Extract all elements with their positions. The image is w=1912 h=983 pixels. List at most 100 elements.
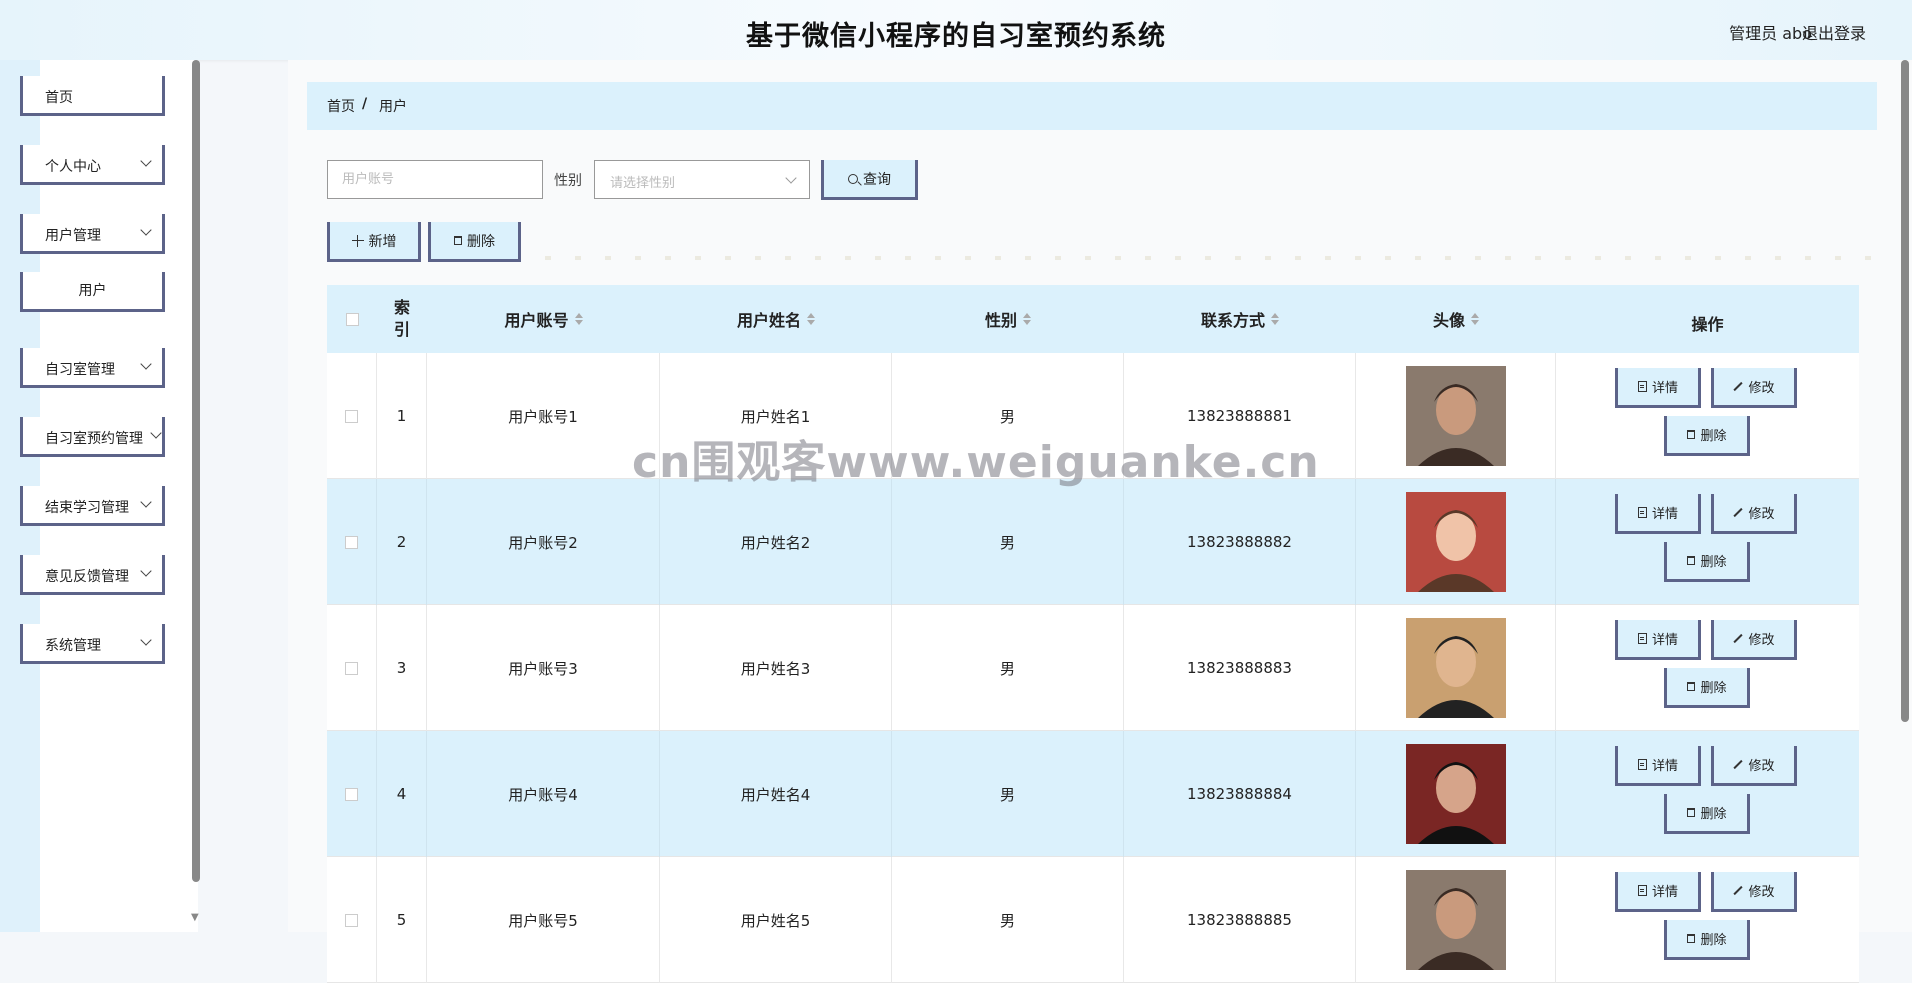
sort-icon[interactable]: [1271, 313, 1279, 325]
edit-pen-icon: [1733, 508, 1743, 518]
edit-button[interactable]: 修改: [1711, 872, 1797, 912]
breadcrumb: 首页 / 用户: [307, 82, 1877, 130]
page-scrollbar[interactable]: [1901, 60, 1909, 722]
header-avatar[interactable]: 头像: [1356, 285, 1556, 353]
sidebar-item-end-study-management[interactable]: 结束学习管理: [20, 486, 165, 526]
edit-button[interactable]: 修改: [1711, 620, 1797, 660]
sort-icon[interactable]: [1023, 313, 1031, 325]
sidebar-item-room-management[interactable]: 自习室管理: [20, 348, 165, 388]
document-icon: [1637, 885, 1647, 896]
delete-button[interactable]: 删除: [1664, 668, 1750, 708]
sidebar-item-personal-center[interactable]: 个人中心: [20, 145, 165, 185]
edit-pen-icon: [1733, 760, 1743, 770]
row-select-cell: [327, 731, 377, 857]
row-checkbox[interactable]: [345, 535, 358, 549]
sort-icon[interactable]: [1471, 313, 1479, 325]
delete-button-label: 删除: [1700, 807, 1727, 822]
detail-button[interactable]: 详情: [1615, 620, 1701, 660]
delete-button[interactable]: 删除: [1664, 542, 1750, 582]
sort-icon[interactable]: [574, 313, 583, 325]
detail-button[interactable]: 详情: [1615, 494, 1701, 534]
sidebar-item-user-management[interactable]: 用户管理: [20, 214, 165, 254]
cell-ops: 详情 修改 删除: [1577, 605, 1859, 731]
cell-gender: 男: [892, 479, 1124, 605]
sort-icon[interactable]: [807, 313, 815, 325]
avatar-image[interactable]: [1405, 618, 1506, 718]
detail-button[interactable]: 详情: [1615, 872, 1701, 912]
sidebar-item-users[interactable]: 用户: [20, 272, 165, 312]
edit-button-label: 修改: [1748, 885, 1775, 900]
account-search-input[interactable]: [328, 161, 542, 198]
detail-button-label: 详情: [1651, 885, 1678, 900]
row-checkbox[interactable]: [345, 787, 358, 801]
header-name-label: 用户姓名: [736, 311, 801, 330]
edit-button[interactable]: 修改: [1711, 494, 1797, 534]
row-checkbox[interactable]: [345, 661, 358, 675]
edit-button-label: 修改: [1748, 507, 1775, 522]
batch-delete-button[interactable]: 删除: [428, 222, 521, 262]
gender-select[interactable]: 请选择性别: [594, 160, 810, 199]
detail-button[interactable]: 详情: [1615, 746, 1701, 786]
table-row: 4 用户账号4 用户姓名4 男 13823888884 详情 修改 删除: [327, 731, 1859, 857]
delete-button[interactable]: 删除: [1664, 920, 1750, 960]
account-search-field[interactable]: [327, 160, 543, 199]
detail-button-label: 详情: [1651, 759, 1678, 774]
sidebar-item-home[interactable]: 首页: [20, 76, 165, 116]
header-name[interactable]: 用户姓名: [660, 285, 892, 353]
sidebar-item-feedback-management[interactable]: 意见反馈管理: [20, 555, 165, 595]
decorative-dots: [545, 256, 1875, 260]
row-checkbox[interactable]: [345, 409, 358, 423]
breadcrumb-current: 用户: [379, 99, 407, 115]
delete-button[interactable]: 删除: [1664, 416, 1750, 456]
cell-gender: 男: [892, 857, 1124, 983]
plus-icon: [351, 234, 364, 247]
scroll-down-arrow-icon[interactable]: ▼: [191, 912, 199, 923]
avatar-image[interactable]: [1405, 366, 1506, 466]
header-gender[interactable]: 性别: [892, 285, 1124, 353]
header-phone-label: 联系方式: [1200, 311, 1265, 330]
sidebar-item-system-management[interactable]: 系统管理: [20, 624, 165, 664]
trash-icon: [1687, 682, 1696, 691]
cell-account: 用户账号4: [427, 731, 660, 857]
add-button[interactable]: 新增: [327, 222, 421, 262]
add-button-label: 新增: [368, 233, 397, 250]
select-all-checkbox[interactable]: [345, 312, 359, 326]
cell-avatar: [1356, 353, 1556, 479]
cell-account: 用户账号3: [427, 605, 660, 731]
sidebar-item-label: 个人中心: [45, 159, 101, 175]
batch-delete-label: 删除: [467, 233, 495, 250]
sidebar: 首页 个人中心 用户管理 用户 自习室管理 自习室预约管理 结束学习管理 意见反…: [0, 60, 200, 932]
avatar-image[interactable]: [1405, 744, 1506, 844]
cell-ops: 详情 修改 删除: [1577, 857, 1859, 983]
avatar-image[interactable]: [1405, 870, 1506, 970]
sidebar-scrollbar[interactable]: [192, 60, 200, 882]
detail-button-label: 详情: [1651, 507, 1678, 522]
header-account[interactable]: 用户账号: [427, 285, 660, 353]
detail-button[interactable]: 详情: [1615, 368, 1701, 408]
cell-name: 用户姓名3: [660, 605, 892, 731]
sidebar-item-reservation-management[interactable]: 自习室预约管理: [20, 417, 165, 457]
edit-button[interactable]: 修改: [1711, 746, 1797, 786]
cell-index: 4: [377, 731, 427, 857]
sidebar-item-label: 自习室预约管理: [45, 431, 143, 447]
document-icon: [1637, 759, 1647, 770]
logout-link[interactable]: 退出登录: [1802, 20, 1866, 44]
detail-button-label: 详情: [1651, 381, 1678, 396]
cell-index: 1: [377, 353, 427, 479]
delete-button[interactable]: 删除: [1664, 794, 1750, 834]
trash-icon: [454, 236, 462, 245]
delete-button-label: 删除: [1700, 429, 1727, 444]
avatar-image[interactable]: [1405, 492, 1506, 592]
breadcrumb-home[interactable]: 首页: [327, 96, 355, 116]
delete-button-label: 删除: [1700, 555, 1727, 570]
cell-avatar: [1356, 731, 1556, 857]
query-button[interactable]: 查询: [821, 160, 918, 200]
select-all-cell: [327, 285, 377, 353]
edit-pen-icon: [1733, 634, 1743, 644]
row-checkbox[interactable]: [345, 913, 358, 927]
header-phone[interactable]: 联系方式: [1124, 285, 1356, 353]
header-gender-label: 性别: [984, 311, 1017, 330]
cell-account: 用户账号1: [427, 353, 660, 479]
edit-button[interactable]: 修改: [1711, 368, 1797, 408]
cell-index: 5: [377, 857, 427, 983]
